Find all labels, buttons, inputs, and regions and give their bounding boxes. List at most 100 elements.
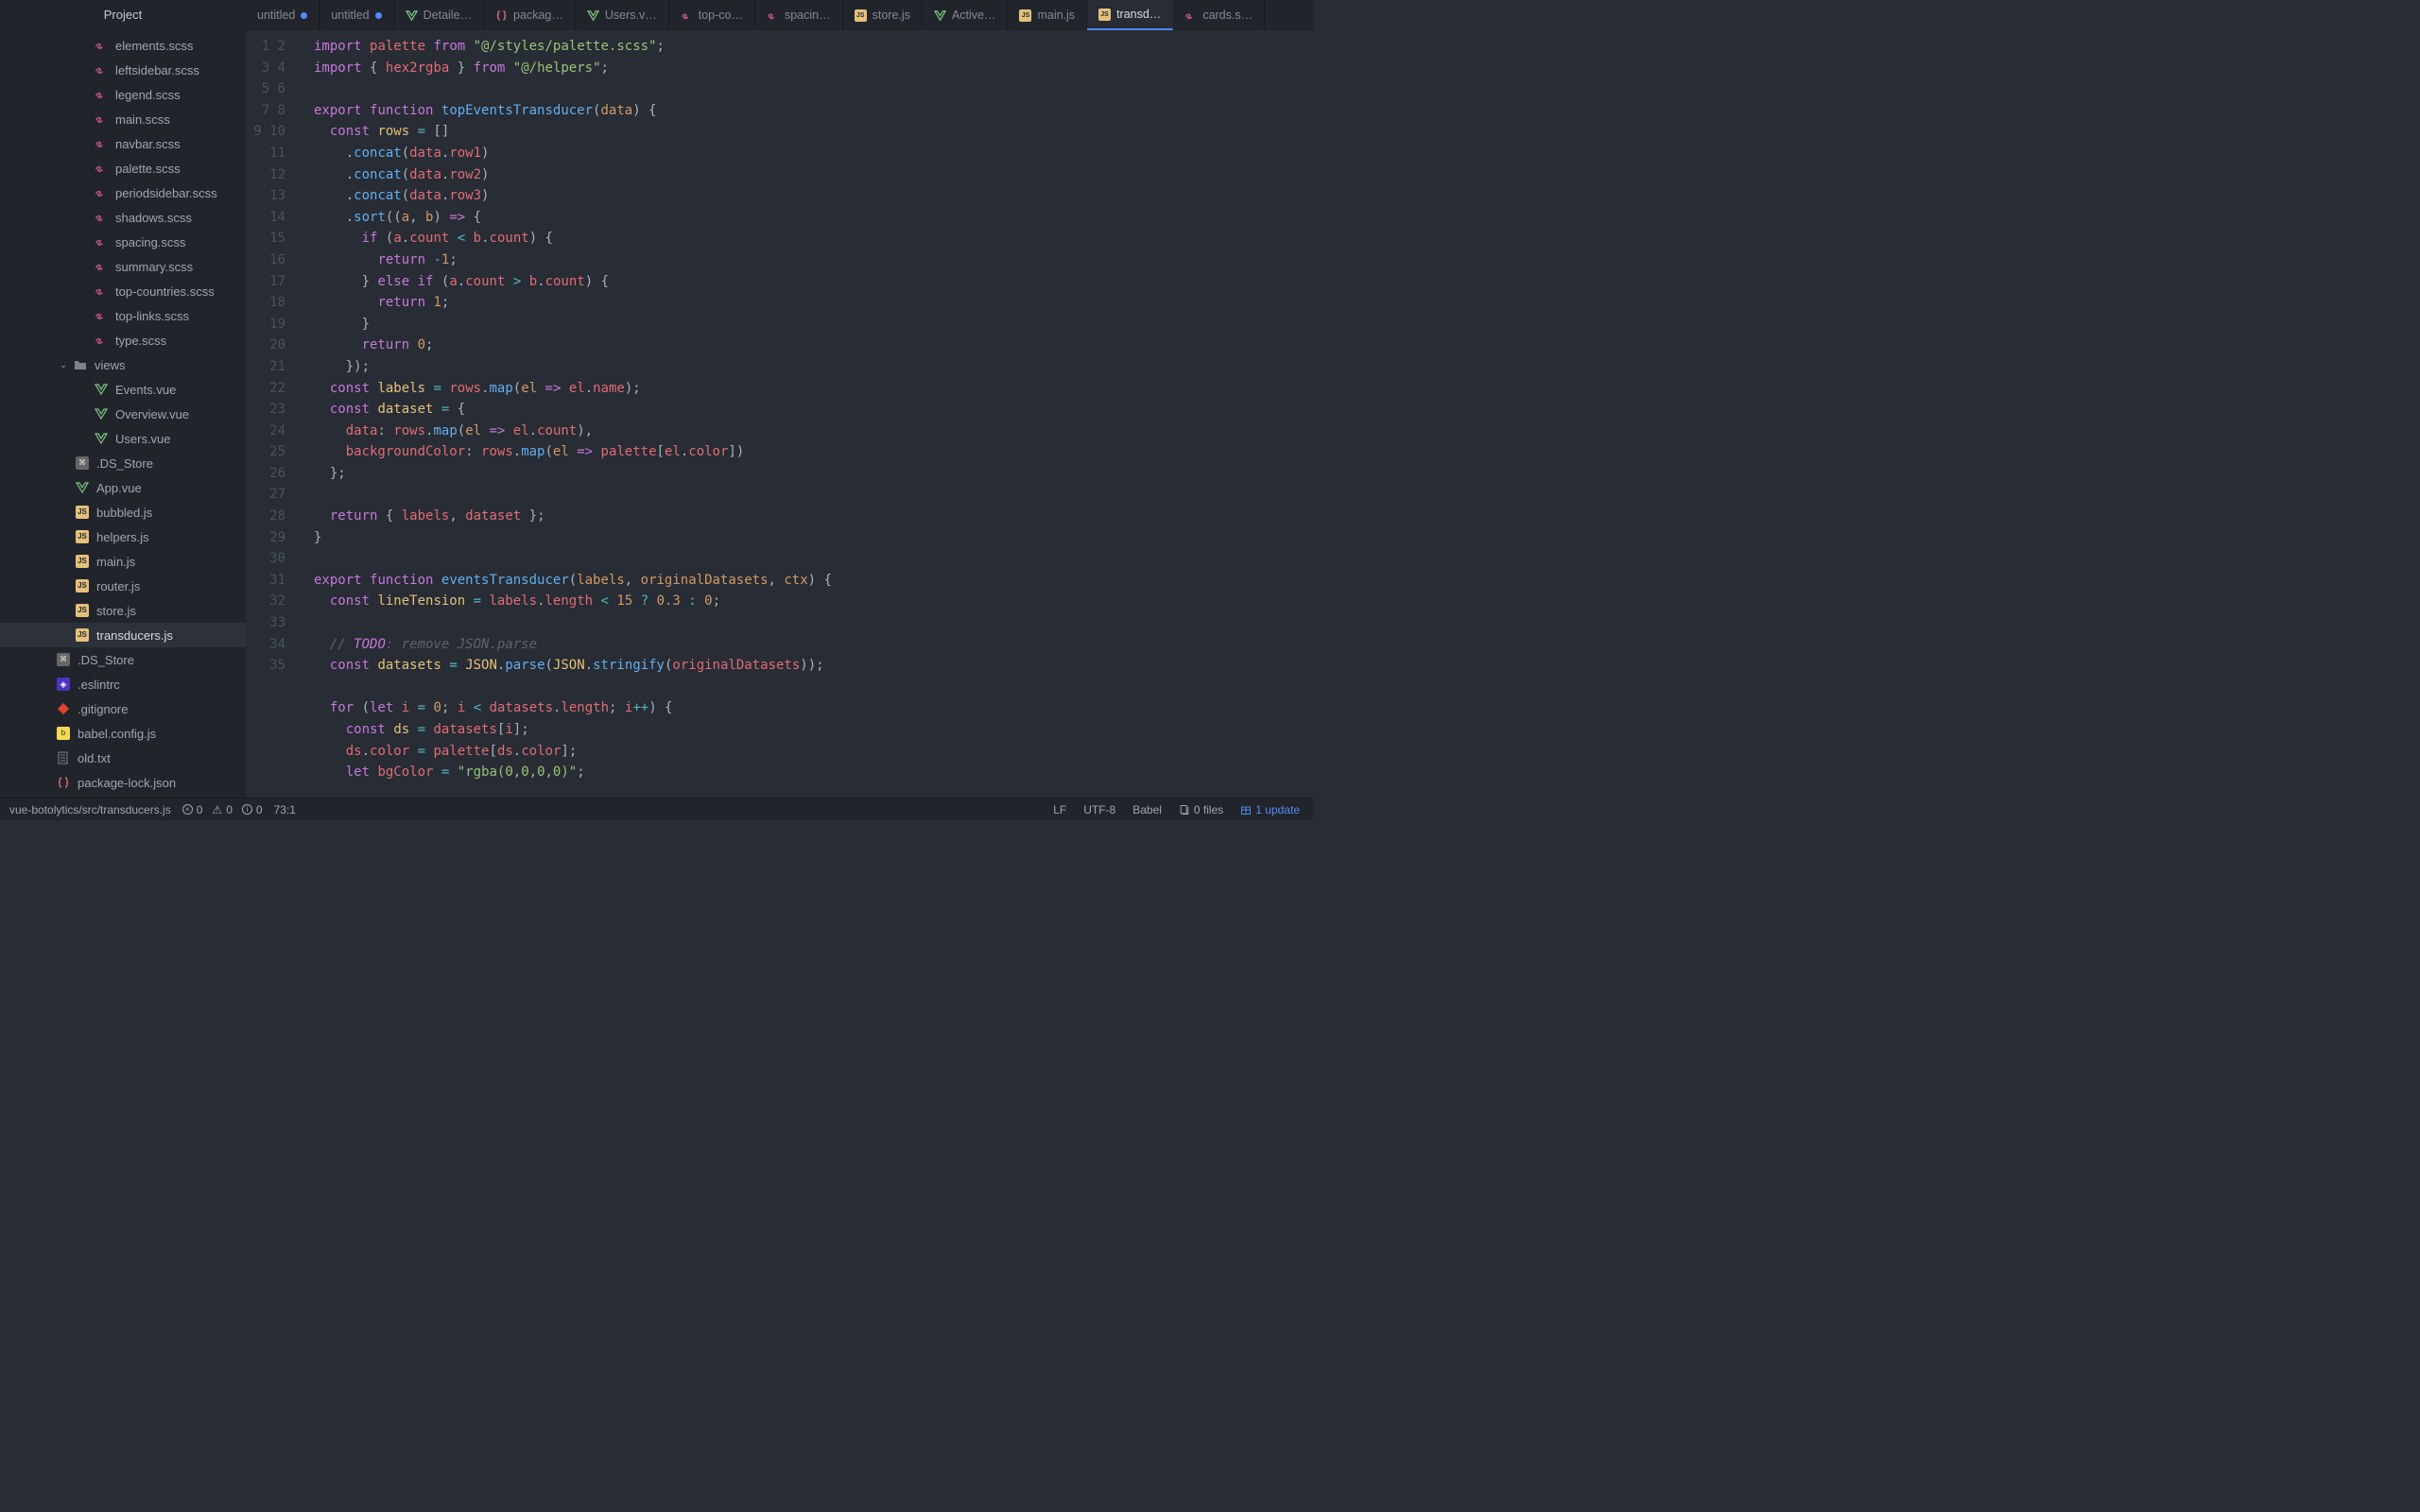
tree-item-top-links-scss[interactable]: top-links.scss xyxy=(0,303,246,328)
tab-untitled[interactable]: untitled xyxy=(246,0,320,30)
tab-label: spacin… xyxy=(785,9,831,22)
tab-packag-[interactable]: packag… xyxy=(484,0,576,30)
sass-icon xyxy=(681,9,693,22)
sass-icon xyxy=(95,309,108,322)
tree-item-Users-vue[interactable]: Users.vue xyxy=(0,426,246,451)
tree-item-Overview-vue[interactable]: Overview.vue xyxy=(0,402,246,426)
package-icon xyxy=(1240,804,1252,816)
tree-item-shadows-scss[interactable]: shadows.scss xyxy=(0,205,246,230)
encoding[interactable]: UTF-8 xyxy=(1083,803,1115,816)
tree-item-main-js[interactable]: JSmain.js xyxy=(0,549,246,574)
eol-mode[interactable]: LF xyxy=(1053,803,1066,816)
vue-icon xyxy=(76,481,89,494)
dsstore-icon: ⌘ xyxy=(57,653,70,666)
file-count[interactable]: 0 files xyxy=(1179,803,1223,816)
tree-item--DS_Store[interactable]: ⌘.DS_Store xyxy=(0,451,246,475)
vue-icon xyxy=(934,9,946,22)
eslint-icon: ◈ xyxy=(57,678,70,691)
json-icon xyxy=(495,9,508,22)
sass-icon xyxy=(767,9,779,22)
tree-item-legend-scss[interactable]: legend.scss xyxy=(0,82,246,107)
tree-item-views[interactable]: ⌄ views xyxy=(0,352,246,377)
tree-item-label: summary.scss xyxy=(115,260,193,274)
code-area[interactable]: import palette from "@/styles/palette.sc… xyxy=(302,30,1313,798)
tree-item-label: main.js xyxy=(96,555,135,569)
editor-pane: untitled untitled Detaile…packag…Users.v… t… xyxy=(246,0,1313,798)
tab-Users-v-[interactable]: Users.v… xyxy=(576,0,669,30)
tab-cards-s-[interactable]: cards.s… xyxy=(1173,0,1265,30)
tree-item-label: views xyxy=(95,358,126,372)
info-icon: i xyxy=(242,804,252,815)
vue-icon xyxy=(95,432,108,445)
tree-item--DS_Store[interactable]: ⌘.DS_Store xyxy=(0,647,246,672)
tree-item-top-countries-scss[interactable]: top-countries.scss xyxy=(0,279,246,303)
tree-item-helpers-js[interactable]: JShelpers.js xyxy=(0,524,246,549)
tree-item-label: periodsidebar.scss xyxy=(115,186,217,200)
tab-spacin-[interactable]: spacin… xyxy=(755,0,843,30)
tree-item-store-js[interactable]: JSstore.js xyxy=(0,598,246,623)
tree-item-label: package-lock.json xyxy=(78,776,176,790)
tree-item-type-scss[interactable]: type.scss xyxy=(0,328,246,352)
tab-transd-[interactable]: JStransd… xyxy=(1087,0,1173,30)
tree-item-label: store.js xyxy=(96,604,136,618)
js-icon: JS xyxy=(76,506,89,519)
chevron-down-icon: ⌄ xyxy=(57,360,70,370)
cursor-position[interactable]: 73:1 xyxy=(274,803,296,816)
tree-item-periodsidebar-scss[interactable]: periodsidebar.scss xyxy=(0,180,246,205)
tree-item--eslintrc[interactable]: ◈ .eslintrc xyxy=(0,672,246,696)
tree-item-label: legend.scss xyxy=(115,88,181,102)
tree-item-transducers-js[interactable]: JS transducers.js xyxy=(0,623,246,647)
tree-item-label: .eslintrc xyxy=(78,678,120,692)
sass-icon xyxy=(95,112,108,126)
sass-icon xyxy=(95,235,108,249)
tab-store-js[interactable]: JSstore.js xyxy=(843,0,923,30)
tree-item-label: old.txt xyxy=(78,751,111,765)
tree-item-Events-vue[interactable]: Events.vue xyxy=(0,377,246,402)
tab-top-co-[interactable]: top-co… xyxy=(669,0,755,30)
tab-main-js[interactable]: JSmain.js xyxy=(1008,0,1087,30)
tree-item-label: .DS_Store xyxy=(96,456,153,471)
tree-item-leftsidebar-scss[interactable]: leftsidebar.scss xyxy=(0,58,246,82)
tree-item-package-lock-json[interactable]: package-lock.json xyxy=(0,770,246,795)
tree-item-spacing-scss[interactable]: spacing.scss xyxy=(0,230,246,254)
tree-item-summary-scss[interactable]: summary.scss xyxy=(0,254,246,279)
status-path[interactable]: vue-botolytics/src/transducers.js xyxy=(9,803,171,816)
babel-icon: b xyxy=(57,727,70,740)
tab-label: top-co… xyxy=(699,9,743,22)
update-indicator[interactable]: 1 update xyxy=(1240,803,1300,816)
tree-item-label: App.vue xyxy=(96,481,142,495)
tab-untitled[interactable]: untitled xyxy=(320,0,393,30)
tab-label: main.js xyxy=(1037,9,1075,22)
diagnostics[interactable]: ×0 ⚠0 i0 xyxy=(182,803,263,816)
js-icon: JS xyxy=(76,628,89,642)
tree-item-main-scss[interactable]: main.scss xyxy=(0,107,246,131)
tree-item-old-txt[interactable]: old.txt xyxy=(0,746,246,770)
tree-item-elements-scss[interactable]: elements.scss xyxy=(0,33,246,58)
tree-item-App-vue[interactable]: App.vue xyxy=(0,475,246,500)
js-icon: JS xyxy=(1098,9,1111,21)
vue-icon xyxy=(406,9,418,22)
tree-item-bubbled-js[interactable]: JS bubbled.js xyxy=(0,500,246,524)
tree-item-label: elements.scss xyxy=(115,39,193,53)
status-bar: vue-botolytics/src/transducers.js ×0 ⚠0 … xyxy=(0,798,1313,820)
tab-bar: untitled untitled Detaile…packag…Users.v… t… xyxy=(246,0,1313,30)
sass-icon xyxy=(95,284,108,298)
tree-item-router-js[interactable]: JSrouter.js xyxy=(0,574,246,598)
tree-item-label: transducers.js xyxy=(96,628,173,643)
sass-icon xyxy=(95,63,108,77)
tab-Active-[interactable]: Active… xyxy=(923,0,1009,30)
tree-item--gitignore[interactable]: .gitignore xyxy=(0,696,246,721)
tree-item-label: top-links.scss xyxy=(115,309,189,323)
tree-item-babel-config-js[interactable]: bbabel.config.js xyxy=(0,721,246,746)
sass-icon xyxy=(95,162,108,175)
project-sidebar: Project elements.scssleftsidebar.scssleg… xyxy=(0,0,246,798)
tab-label: untitled xyxy=(331,9,369,22)
file-tree: elements.scss leftsidebar.scss legend.scss… xyxy=(0,29,246,798)
git-icon xyxy=(57,702,70,715)
language-mode[interactable]: Babel xyxy=(1132,803,1162,816)
tree-item-navbar-scss[interactable]: navbar.scss xyxy=(0,131,246,156)
tree-item-label: bubbled.js xyxy=(96,506,152,520)
tab-Detaile-[interactable]: Detaile… xyxy=(394,0,484,30)
sass-icon xyxy=(1184,9,1197,22)
tree-item-palette-scss[interactable]: palette.scss xyxy=(0,156,246,180)
